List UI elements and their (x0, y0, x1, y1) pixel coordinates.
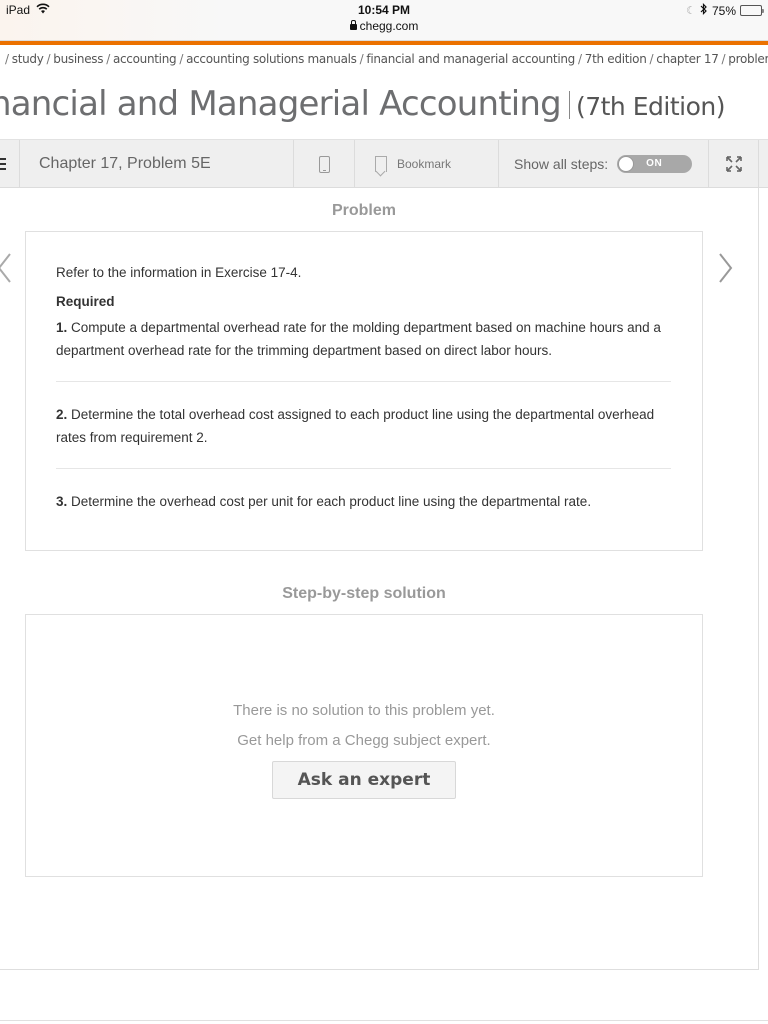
solution-toolbar: Chapter 17, Problem 5E Bookmark Show all… (0, 139, 768, 188)
solution-heading: Step-by-step solution (282, 585, 446, 602)
requirement-text: Determine the overhead cost per unit for… (67, 494, 592, 509)
show-all-steps-control: Show all steps: ON (499, 140, 709, 188)
book-edition: (7th Edition) (575, 92, 726, 121)
title-divider (568, 91, 570, 119)
requirement-text: Compute a departmental overhead rate for… (56, 320, 661, 358)
breadcrumb-separator: / (5, 52, 9, 66)
breadcrumb-separator: / (359, 52, 364, 66)
moon-icon: ☾ (686, 5, 696, 17)
breadcrumb-link[interactable]: business (53, 52, 103, 66)
book-title: nancial and Managerial Accounting (7th Ed… (0, 84, 725, 124)
address-bar[interactable]: chegg.com (0, 19, 768, 33)
footer-divider (0, 1020, 768, 1024)
chevron-right-icon (719, 253, 733, 283)
bookmark-button[interactable]: Bookmark (355, 140, 499, 188)
menu-icon (0, 158, 6, 170)
expand-icon (724, 154, 744, 174)
solution-card: There is no solution to this problem yet… (25, 614, 703, 877)
requirement-divider (56, 468, 671, 469)
requirement-number: 1. (56, 320, 68, 335)
menu-button[interactable] (0, 140, 20, 188)
requirement-item: 2. Determine the total overhead cost ass… (56, 403, 672, 449)
toggle-knob (618, 156, 635, 172)
ios-status-bar: iPad 10:54 PM chegg.com ☾ 75% (0, 0, 768, 40)
breadcrumb-separator: / (46, 52, 51, 66)
requirement-item: 1. Compute a departmental overhead rate … (56, 316, 672, 362)
chapter-selector[interactable]: Chapter 17, Problem 5E (20, 140, 294, 188)
previous-problem-button[interactable] (0, 252, 16, 284)
breadcrumb-separator: / (106, 52, 110, 66)
breadcrumb-link[interactable]: problem 5e (728, 52, 768, 66)
no-solution-message: There is no solution to this problem yet… (26, 696, 702, 756)
status-right: ☾ 75% (686, 3, 764, 18)
next-problem-button[interactable] (716, 252, 736, 284)
bookmark-icon (375, 156, 387, 172)
fullscreen-button[interactable] (709, 140, 759, 188)
show-all-steps-toggle[interactable]: ON (617, 155, 693, 173)
lock-icon (349, 20, 357, 30)
mobile-view-button[interactable] (294, 140, 355, 188)
breadcrumb-separator: / (721, 52, 726, 66)
book-title-text: nancial and Managerial Accounting (0, 84, 562, 124)
ask-an-expert-button[interactable]: Ask an expert (272, 761, 456, 799)
breadcrumb-link[interactable]: financial and managerial accounting (366, 52, 575, 66)
requirement-item: 3. Determine the overhead cost per unit … (56, 490, 672, 513)
battery-icon (740, 5, 764, 16)
problem-card: Refer to the information in Exercise 17-… (25, 231, 703, 551)
problem-heading: Problem (331, 202, 396, 219)
requirement-text: Determine the total overhead cost assign… (56, 407, 655, 445)
breadcrumb-link[interactable]: 7th edition (585, 52, 647, 66)
breadcrumb-link[interactable]: study (12, 52, 44, 66)
breadcrumb-link[interactable]: accounting (113, 52, 177, 66)
brand-accent-bar (0, 40, 768, 45)
bookmark-label: Bookmark (397, 157, 452, 171)
breadcrumb-separator: / (577, 52, 582, 66)
breadcrumb-link[interactable]: chapter 17 (656, 52, 719, 66)
no-solution-line-1: There is no solution to this problem yet… (233, 702, 495, 719)
breadcrumb-link[interactable]: accounting solutions manuals (186, 52, 357, 66)
requirement-divider (56, 381, 671, 382)
requirement-number: 3. (56, 494, 68, 509)
bluetooth-icon (700, 3, 708, 18)
clock: 10:54 PM (357, 3, 411, 17)
required-label: Required (56, 294, 115, 309)
breadcrumb-separator: / (649, 52, 654, 66)
battery-percent: 75% (711, 3, 736, 18)
breadcrumb-separator: / (179, 52, 184, 66)
url-text: chegg.com (359, 19, 419, 33)
toggle-state-label: ON (646, 158, 663, 169)
chevron-left-icon (0, 253, 11, 283)
breadcrumb: / study / business / accounting / accounting so… (2, 52, 768, 66)
requirement-number: 2. (56, 407, 68, 422)
status-center: 10:54 PM chegg.com (0, 3, 768, 33)
phone-icon (318, 155, 330, 173)
problem-intro: Refer to the information in Exercise 17-… (56, 265, 302, 280)
no-solution-line-2: Get help from a Chegg subject expert. (237, 732, 491, 749)
show-all-steps-label: Show all steps: (514, 156, 609, 172)
